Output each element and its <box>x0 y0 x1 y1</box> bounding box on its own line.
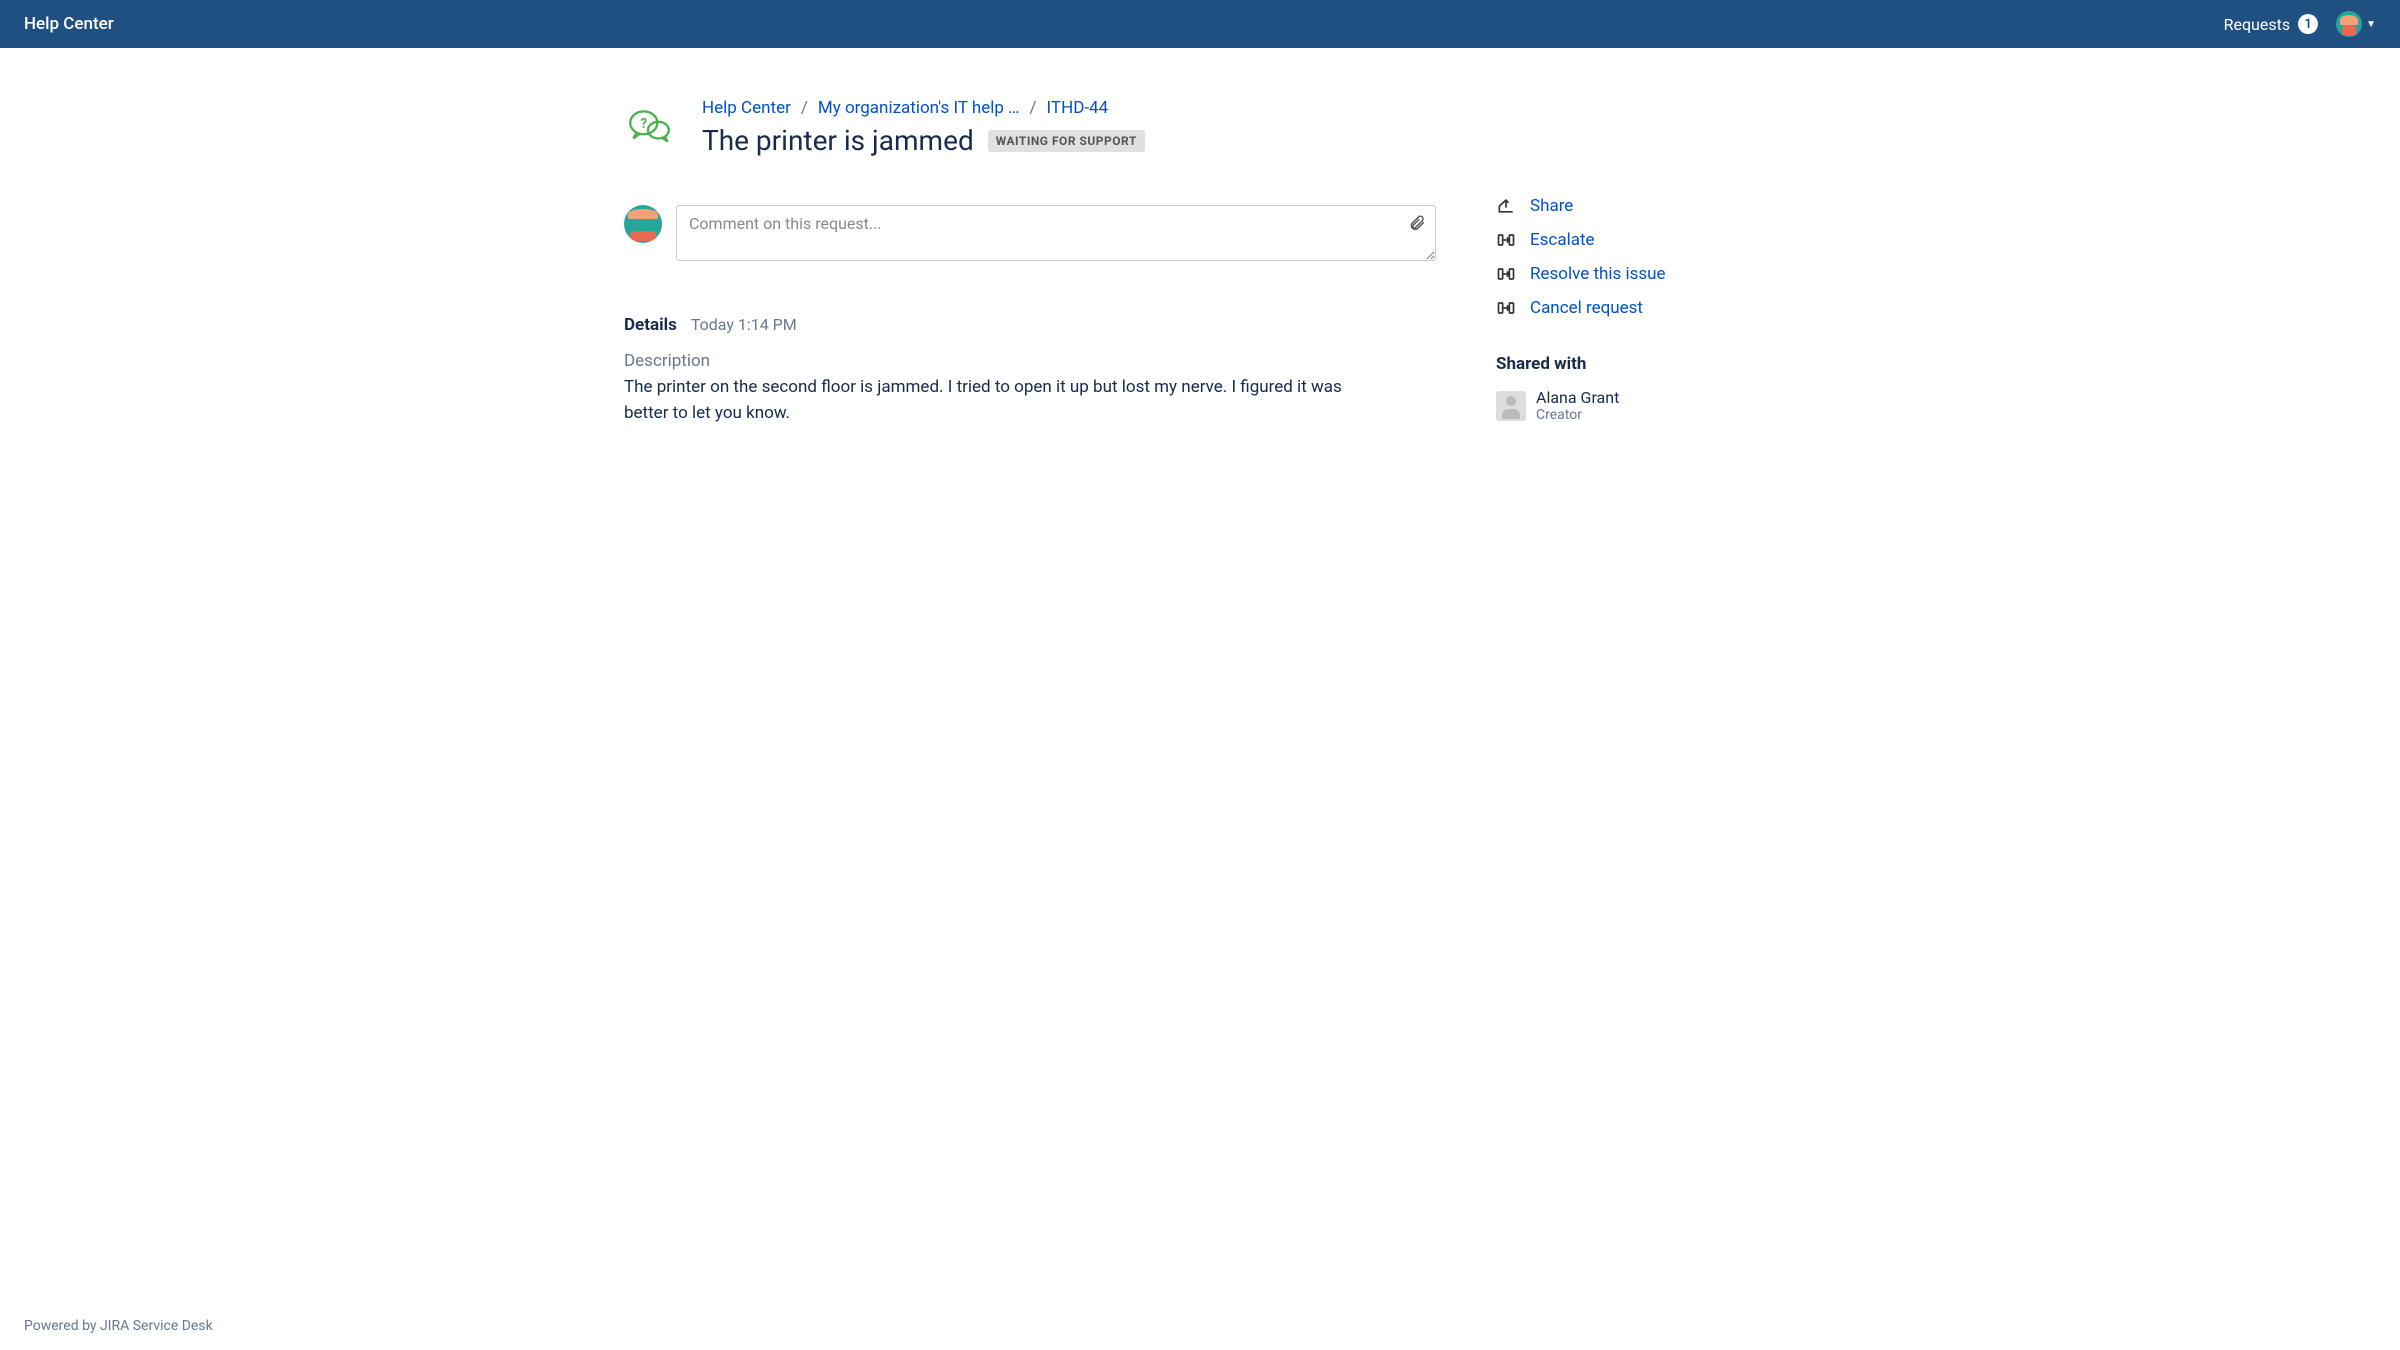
current-user-avatar-icon <box>624 205 662 243</box>
description-label: Description <box>624 351 1436 371</box>
profile-menu[interactable]: ▼ <box>2336 11 2376 37</box>
topbar-title[interactable]: Help Center <box>24 14 114 34</box>
shared-user: Alana Grant Creator <box>1496 388 1776 423</box>
share-label: Share <box>1530 196 1573 216</box>
chevron-down-icon: ▼ <box>2366 19 2376 30</box>
transition-icon <box>1496 230 1516 250</box>
breadcrumb: Help Center / My organization's IT help … <box>702 98 1145 118</box>
shared-user-info: Alana Grant Creator <box>1536 388 1619 423</box>
breadcrumb-project[interactable]: My organization's IT help … <box>818 98 1020 118</box>
comment-input[interactable] <box>676 205 1436 261</box>
user-avatar-icon <box>2336 11 2362 37</box>
requests-link[interactable]: Requests 1 <box>2224 14 2319 34</box>
paperclip-icon <box>1408 213 1426 233</box>
resolve-action[interactable]: Resolve this issue <box>1496 264 1776 284</box>
footer-text: Powered by JIRA Service Desk <box>24 1318 213 1334</box>
transition-icon <box>1496 264 1516 284</box>
breadcrumb-help-center[interactable]: Help Center <box>702 98 791 118</box>
description-text: The printer on the second floor is jamme… <box>624 375 1374 426</box>
right-column: Share Escalate Resolve this is <box>1496 98 1776 426</box>
top-bar: Help Center Requests 1 ▼ <box>0 0 2400 48</box>
attach-button[interactable] <box>1408 213 1426 237</box>
cancel-action[interactable]: Cancel request <box>1496 298 1776 318</box>
details-header: Details Today 1:14 PM <box>624 315 1436 335</box>
status-badge: WAITING FOR SUPPORT <box>988 130 1145 152</box>
share-icon <box>1496 196 1516 216</box>
blank-avatar-icon <box>1496 391 1526 421</box>
shared-with-heading: Shared with <box>1496 354 1776 374</box>
share-action[interactable]: Share <box>1496 196 1776 216</box>
title-row: The printer is jammed WAITING FOR SUPPOR… <box>702 124 1145 157</box>
speech-bubbles-icon: ? <box>624 102 674 152</box>
escalate-action[interactable]: Escalate <box>1496 230 1776 250</box>
requests-count-badge: 1 <box>2298 14 2318 34</box>
content: ? Help Center / My organization's IT hel… <box>600 48 1800 486</box>
breadcrumb-issue-key[interactable]: ITHD-44 <box>1047 98 1109 118</box>
details-timestamp: Today 1:14 PM <box>691 315 797 334</box>
left-column: ? Help Center / My organization's IT hel… <box>624 98 1436 426</box>
svg-text:?: ? <box>640 116 647 132</box>
request-header: ? Help Center / My organization's IT hel… <box>624 98 1436 157</box>
cancel-label: Cancel request <box>1530 298 1643 318</box>
comment-row <box>624 205 1436 265</box>
action-list: Share Escalate Resolve this is <box>1496 196 1776 318</box>
breadcrumb-separator: / <box>801 98 808 118</box>
transition-icon <box>1496 298 1516 318</box>
details-label: Details <box>624 315 677 335</box>
page-title: The printer is jammed <box>702 124 974 157</box>
topbar-right: Requests 1 ▼ <box>2224 11 2376 37</box>
resolve-label: Resolve this issue <box>1530 264 1666 284</box>
shared-user-role: Creator <box>1536 407 1619 423</box>
shared-user-name: Alana Grant <box>1536 388 1619 407</box>
breadcrumb-separator: / <box>1030 98 1037 118</box>
comment-box-wrap <box>676 205 1436 265</box>
header-text: Help Center / My organization's IT help … <box>702 98 1145 157</box>
requests-label: Requests <box>2224 15 2291 34</box>
escalate-label: Escalate <box>1530 230 1595 250</box>
